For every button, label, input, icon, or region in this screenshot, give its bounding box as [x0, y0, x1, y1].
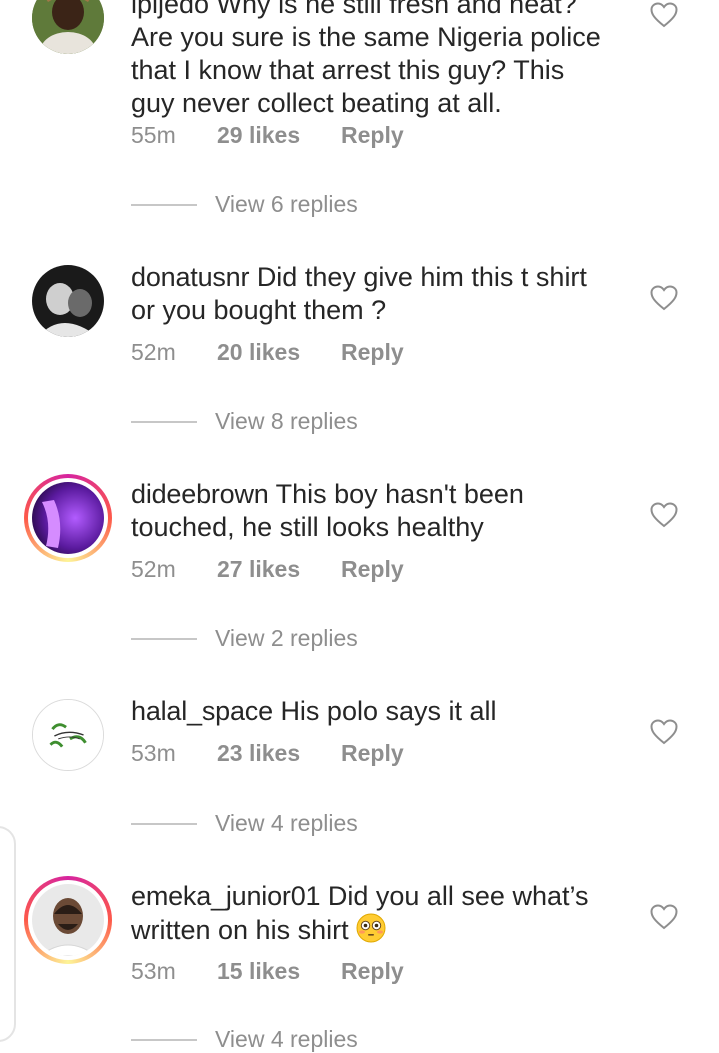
- reply-button[interactable]: Reply: [341, 339, 404, 366]
- comment-line: written on his shirt: [131, 915, 349, 945]
- comment-text: halal_space His polo says it all: [131, 695, 631, 728]
- side-edge-panel[interactable]: [0, 826, 16, 1042]
- comment-body: His polo says it all: [280, 696, 497, 726]
- reply-button[interactable]: Reply: [341, 122, 404, 149]
- avatar[interactable]: [32, 0, 104, 54]
- divider-line: [131, 203, 197, 206]
- divider-line: [131, 420, 197, 423]
- avatar-story-ring[interactable]: [24, 474, 112, 562]
- comment-text: dideebrown This boy hasn't been touched,…: [131, 478, 631, 544]
- reply-button[interactable]: Reply: [341, 740, 404, 767]
- comment-time: 52m: [131, 339, 176, 365]
- comment-time: 52m: [131, 556, 176, 582]
- heart-outline-icon[interactable]: [650, 904, 678, 930]
- comment-meta: 53m 15 likes Reply: [131, 958, 404, 985]
- comment-text: donatusnr Did they give him this t shirt…: [131, 261, 631, 327]
- view-replies-label: View 6 replies: [215, 191, 358, 217]
- comment-line: or you bought them ?: [131, 295, 387, 325]
- username[interactable]: halal_space: [131, 696, 273, 726]
- username[interactable]: emeka_junior01: [131, 881, 321, 911]
- comment-line: guy never collect beating at all.: [131, 88, 502, 118]
- divider-line: [131, 822, 197, 825]
- divider-line: [131, 637, 197, 640]
- view-replies-label: View 8 replies: [215, 408, 358, 434]
- username[interactable]: donatusnr: [131, 262, 249, 292]
- avatar-story-ring[interactable]: [24, 876, 112, 964]
- likes-count[interactable]: 20 likes: [217, 339, 341, 366]
- username[interactable]: dideebrown: [131, 479, 269, 509]
- view-replies-button[interactable]: View 2 replies: [131, 625, 358, 652]
- comment-time: 53m: [131, 958, 176, 984]
- view-replies-label: View 4 replies: [215, 1026, 358, 1052]
- comment-body: Did you all see what’s: [327, 881, 589, 911]
- avatar[interactable]: [32, 265, 104, 337]
- heart-outline-icon[interactable]: [650, 719, 678, 745]
- comment-meta: 52m 27 likes Reply: [131, 556, 404, 583]
- divider-line: [131, 1038, 197, 1041]
- likes-count[interactable]: 29 likes: [217, 122, 341, 149]
- flushed-face-emoji-icon: [356, 913, 386, 943]
- view-replies-label: View 4 replies: [215, 810, 358, 836]
- view-replies-button[interactable]: View 4 replies: [131, 1026, 358, 1053]
- comment-text: emeka_junior01 Did you all see what’s wr…: [131, 880, 631, 947]
- avatar: [32, 884, 104, 956]
- comment-head: ipijedo Why is he still fresh and neat?: [131, 0, 577, 19]
- comment-text: ipijedo Why is he still fresh and neat? …: [131, 0, 631, 120]
- heart-outline-icon[interactable]: [650, 2, 678, 28]
- comment-meta: 55m 29 likes Reply: [131, 122, 404, 149]
- comment-time: 53m: [131, 740, 176, 766]
- comment-body: Did they give him this t shirt: [256, 262, 587, 292]
- avatar: [32, 482, 104, 554]
- reply-button[interactable]: Reply: [341, 556, 404, 583]
- reply-button[interactable]: Reply: [341, 958, 404, 985]
- likes-count[interactable]: 15 likes: [217, 958, 341, 985]
- comment-line: that I know that arrest this guy? This: [131, 55, 565, 85]
- comment-line: Are you sure is the same Nigeria police: [131, 22, 601, 52]
- likes-count[interactable]: 27 likes: [217, 556, 341, 583]
- view-replies-button[interactable]: View 4 replies: [131, 810, 358, 837]
- heart-outline-icon[interactable]: [650, 502, 678, 528]
- view-replies-label: View 2 replies: [215, 625, 358, 651]
- comment-line: touched, he still looks healthy: [131, 512, 484, 542]
- comment-body: This boy hasn't been: [275, 479, 524, 509]
- view-replies-button[interactable]: View 8 replies: [131, 408, 358, 435]
- avatar[interactable]: [32, 699, 104, 771]
- comment-meta: 53m 23 likes Reply: [131, 740, 404, 767]
- heart-outline-icon[interactable]: [650, 285, 678, 311]
- comment-time: 55m: [131, 122, 176, 148]
- likes-count[interactable]: 23 likes: [217, 740, 341, 767]
- view-replies-button[interactable]: View 6 replies: [131, 191, 358, 218]
- comment-meta: 52m 20 likes Reply: [131, 339, 404, 366]
